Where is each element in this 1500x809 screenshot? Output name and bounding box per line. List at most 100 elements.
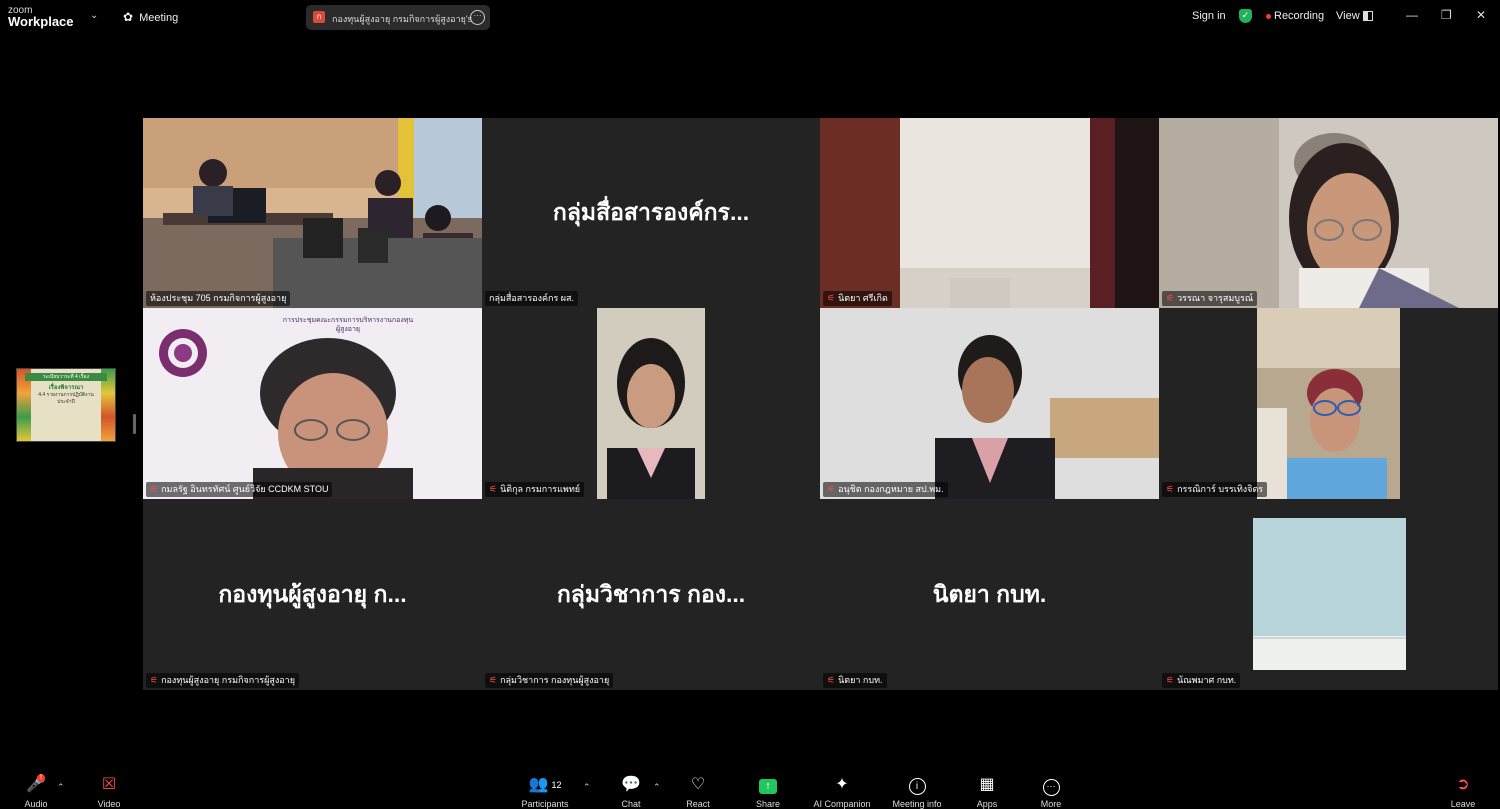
video-tile[interactable]: กองทุนผู้สูงอายุ ก... ⚟ กองทุนผู้สูงอายุ …	[143, 499, 482, 690]
ai-companion-label: AI Companion	[813, 799, 871, 809]
participant-video	[143, 308, 482, 499]
slide-overlay-line: การประชุมคณะกรรมการบริหารงานกองทุน	[282, 317, 414, 324]
participant-name-tag: ⚟ กลุ่มวิชาการ กองทุนผู้สูงอายุ	[485, 673, 614, 688]
participant-name-tag: ⚟ อนุชิต กองกฎหมาย สป.พม.	[823, 482, 948, 497]
sign-in-button[interactable]: Sign in	[1192, 10, 1226, 22]
video-tile[interactable]: ⚟ นิติกุล กรมการแพทย์	[482, 308, 820, 499]
participants-chevron-up-icon[interactable]: ⌃	[583, 782, 591, 793]
muted-mic-icon: ⚟	[1166, 675, 1175, 685]
title-bar: zoom Workplace ⌄ ✿ Meeting ก กองทุนผู้สูง…	[0, 0, 1500, 34]
sparkle-icon: ✦	[835, 776, 849, 793]
recording-label: Recording	[1274, 10, 1325, 22]
muted-mic-icon: ⚟	[827, 293, 836, 303]
participant-name: นิตยา ศรีเกิด	[838, 293, 888, 303]
heart-icon: ♡	[690, 776, 706, 793]
conference-room-video	[143, 118, 482, 308]
muted-mic-icon: ⚟	[489, 675, 498, 685]
view-button[interactable]: View	[1336, 10, 1373, 22]
video-tile[interactable]: ⚟ วรรณา จารุสมบูรณ์	[1159, 118, 1498, 308]
participant-name-display: กลุ่มวิชาการ กอง...	[556, 580, 746, 607]
participant-video	[597, 308, 705, 499]
meeting-toolbar: 🎤 Audio ! ⌃ ☒ Video 👥 12 Participants ⌃ 💬…	[0, 770, 1500, 809]
participant-name: กองทุนผู้สูงอายุ กรมกิจการผู้สูงอายุ	[161, 675, 295, 685]
meeting-label: Meeting	[139, 12, 179, 24]
participant-name: นิติกุล กรมการแพทย์	[500, 484, 581, 494]
video-tile[interactable]: ห้องประชุม 705 กรมกิจการผู้สูงอายุ	[143, 118, 482, 308]
apps-label: Apps	[976, 799, 998, 809]
react-button[interactable]: ♡ React	[663, 776, 733, 809]
participant-name: ห้องประชุม 705 กรมกิจการผู้สูงอายุ	[150, 293, 287, 303]
muted-mic-icon: ⚟	[827, 675, 836, 685]
video-tile[interactable]: กลุ่มสื่อสารองค์กร... กลุ่มสื่อสารองค์กร…	[482, 118, 820, 308]
participant-name-tag: ⚟ กรรณิการ์ บรรเทิงจิตร	[1162, 482, 1268, 497]
leave-icon: ➲	[1456, 776, 1470, 793]
share-label: Share	[755, 799, 781, 809]
react-label: React	[686, 799, 710, 809]
video-tile[interactable]: ⚟ กรรณิการ์ บรรเทิงจิตร	[1159, 308, 1498, 499]
slide-header: ระเบียบวาระที่ 4 เรื่อง	[25, 373, 107, 381]
ellipsis-icon[interactable]: ···	[470, 10, 485, 25]
video-tile[interactable]: ⚟ น้ณพมาศ กบท.	[1159, 499, 1498, 690]
video-tile[interactable]: กลุ่มวิชาการ กอง... ⚟ กลุ่มวิชาการ กองทุน…	[482, 499, 820, 690]
muted-mic-icon: ⚟	[150, 675, 159, 685]
participant-name-tag: ห้องประชุม 705 กรมกิจการผู้สูงอายุ	[146, 291, 291, 306]
slide-overlay-line: ผู้สูงอายุ	[335, 326, 361, 333]
minimize-icon[interactable]: —	[1406, 8, 1418, 22]
video-tile[interactable]: ⚟ อนุชิต กองกฎหมาย สป.พม.	[820, 308, 1159, 499]
video-tile[interactable]: การประชุมคณะกรรมการบริหารงานกองทุน ผู้สู…	[143, 308, 482, 499]
participants-button[interactable]: 👥 12 Participants	[510, 776, 580, 809]
participant-name-tag: ⚟ นิตยา กบท.	[823, 673, 887, 688]
recording-dot-icon	[1266, 13, 1271, 19]
participants-label: Participants	[521, 799, 569, 809]
share-screen-icon: ↑	[733, 776, 803, 796]
video-tile[interactable]: นิตยา กบท. ⚟ นิตยา กบท.	[820, 499, 1159, 690]
participant-name: กมลรัฐ อินทรทัศน์ ศูนย์วิจัย CCDKM STOU	[161, 484, 329, 494]
chevron-down-icon[interactable]: ⌄	[90, 10, 98, 21]
meeting-tab[interactable]: ก กองทุนผู้สูงอายุ กรมกิจการผู้สูงอายุ's…	[306, 5, 490, 30]
close-icon[interactable]: ✕	[1476, 8, 1486, 22]
participant-video	[1253, 518, 1406, 670]
restore-icon[interactable]: ❐	[1441, 8, 1452, 22]
video-button[interactable]: ☒ Video	[74, 776, 144, 809]
slide-title: เรื่องพิจารณา	[48, 385, 84, 391]
meeting-tab-title: กองทุนผู้สูงอายุ กรมกิจการผู้สูงอายุ's s…	[332, 14, 472, 24]
more-button[interactable]: ··· More	[1016, 776, 1086, 809]
apps-icon: ▦	[979, 776, 995, 793]
audio-options-chevron-up-icon[interactable]: ⌃	[57, 782, 65, 793]
chat-chevron-up-icon[interactable]: ⌃	[653, 782, 661, 793]
participant-name-display: กองทุนผู้สูงอายุ ก...	[218, 580, 407, 607]
share-button[interactable]: ↑ Share	[733, 776, 803, 809]
shared-content-thumbnail[interactable]: ระเบียบวาระที่ 4 เรื่อง เรื่องพิจารณา 4.…	[16, 368, 116, 442]
layout-icon	[1362, 11, 1373, 22]
participant-name-display: นิตยา กบท.	[932, 580, 1047, 607]
participant-name: กลุ่มสื่อสารองค์กร ผส.	[489, 293, 575, 303]
participant-name-tag: กลุ่มสื่อสารองค์กร ผส.	[485, 291, 579, 306]
view-label: View	[1336, 10, 1360, 22]
muted-mic-icon: ⚟	[489, 484, 498, 494]
zoom-workplace-logo[interactable]: zoom Workplace	[8, 5, 74, 28]
participant-name-tag: ⚟ นิติกุล กรมการแพทย์	[485, 482, 585, 497]
audio-label: Audio	[24, 799, 48, 809]
info-icon: i	[882, 776, 952, 796]
splitter-handle[interactable]	[133, 414, 136, 434]
ai-companion-button[interactable]: ✦ AI Companion	[807, 776, 877, 809]
participant-name-tag: ⚟ นิตยา ศรีเกิด	[823, 291, 892, 306]
meeting-info-button[interactable]: i Meeting info	[882, 776, 952, 809]
shield-check-icon[interactable]: ✓	[1239, 9, 1252, 23]
chat-label: Chat	[621, 799, 641, 809]
participant-video	[820, 308, 1159, 499]
slide-body: เรื่องพิจารณา 4.4 รายงานการปฏิบัติงานประ…	[35, 385, 97, 406]
meeting-menu[interactable]: ✿ Meeting	[123, 10, 178, 24]
participant-name-tag: ⚟ วรรณา จารุสมบูรณ์	[1162, 291, 1258, 306]
participant-video	[1159, 118, 1498, 308]
participant-video	[1257, 308, 1400, 499]
participant-video	[820, 118, 1159, 308]
video-tile[interactable]: ⚟ นิตยา ศรีเกิด	[820, 118, 1159, 308]
meeting-info-label: Meeting info	[892, 799, 942, 809]
apps-button[interactable]: ▦ Apps	[952, 776, 1022, 809]
recording-indicator[interactable]: Recording	[1266, 10, 1324, 22]
more-label: More	[1040, 799, 1062, 809]
leave-button[interactable]: ➲ Leave	[1428, 776, 1498, 809]
audio-warning-badge: !	[37, 774, 45, 782]
participant-name-tag: ⚟ กมลรัฐ อินทรทัศน์ ศูนย์วิจัย CCDKM STOU	[146, 482, 333, 497]
